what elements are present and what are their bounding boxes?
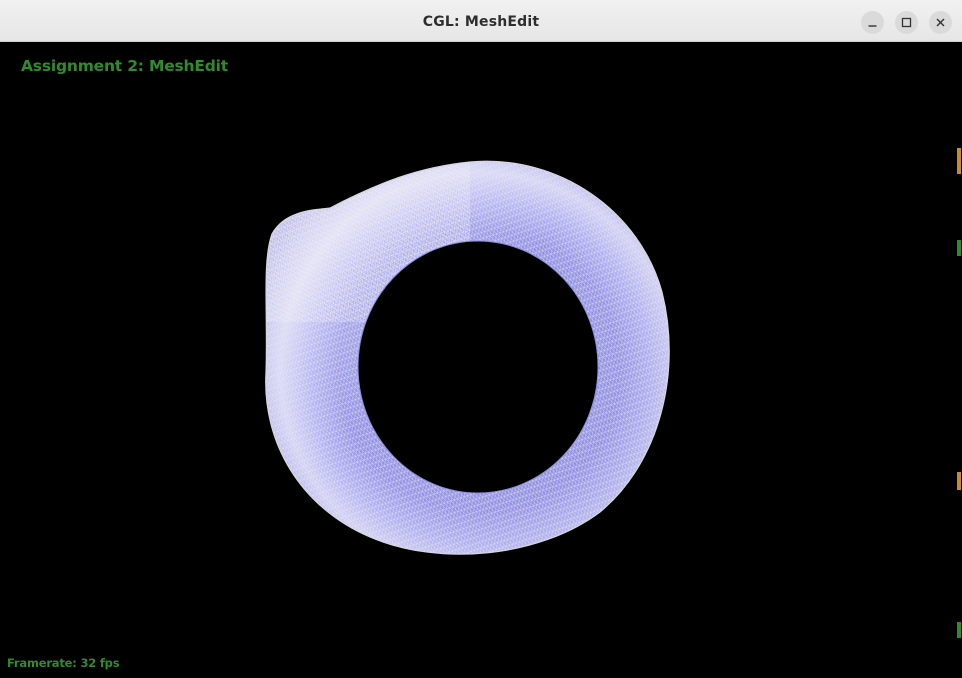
window-title: CGL: MeshEdit	[422, 14, 540, 30]
app-title: Assignment 2: MeshEdit	[21, 57, 228, 75]
mesh-canvas[interactable]	[0, 42, 962, 678]
minimize-button[interactable]	[861, 11, 884, 34]
edge-artifact-orange	[957, 148, 961, 174]
edge-artifact-green	[957, 240, 961, 256]
maximize-icon	[901, 17, 912, 28]
window-titlebar[interactable]: CGL: MeshEdit	[0, 0, 962, 42]
app-window: CGL: MeshEdit Assignment 2: MeshEdit Fra…	[0, 0, 962, 678]
edge-artifact-orange-2	[957, 472, 961, 490]
edge-artifact-green-2	[957, 622, 961, 638]
maximize-button[interactable]	[895, 11, 918, 34]
close-icon	[936, 18, 945, 27]
framerate-label: Framerate: 32 fps	[7, 656, 120, 670]
render-viewport[interactable]: Assignment 2: MeshEdit Framerate: 32 fps	[0, 42, 962, 678]
torus-mesh	[250, 142, 690, 582]
close-button[interactable]	[929, 11, 952, 34]
minimize-icon	[868, 25, 877, 27]
